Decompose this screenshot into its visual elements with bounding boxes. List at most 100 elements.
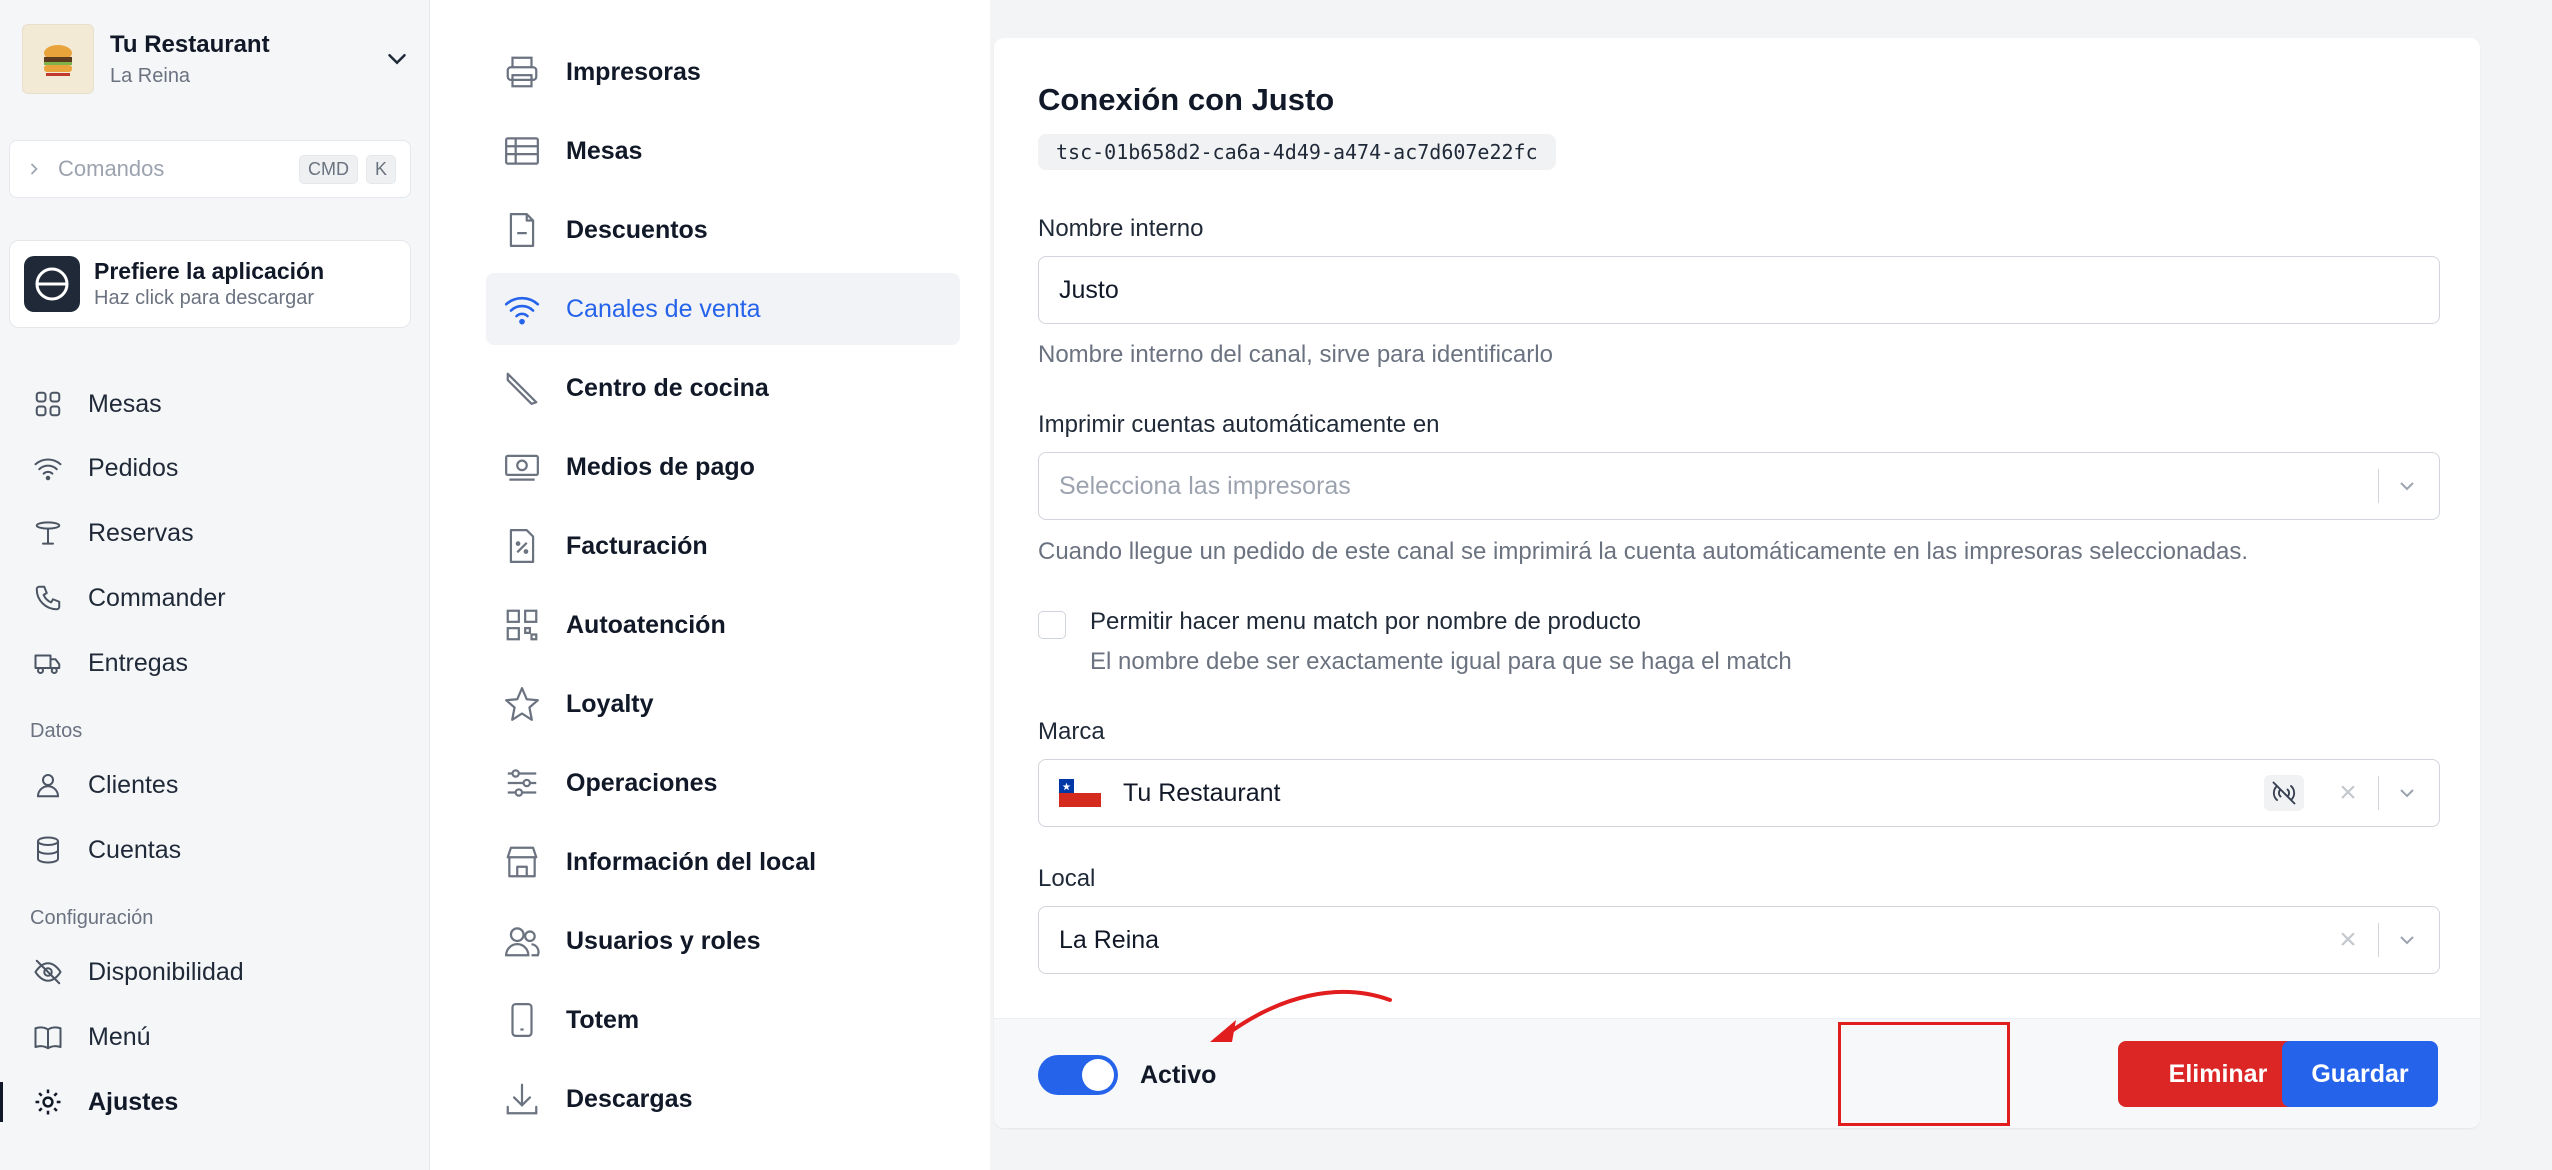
settings-item-label: Canales de venta: [566, 294, 761, 323]
internal-name-help: Nombre interno del canal, sirve para ide…: [1038, 341, 1553, 368]
section-heading-datos: Datos: [30, 720, 83, 742]
chevron-down-icon[interactable]: [2395, 474, 2419, 498]
chevron-down-icon[interactable]: [2395, 928, 2419, 952]
sidebar-item-mesas[interactable]: Mesas: [30, 380, 410, 428]
settings-item-label: Mesas: [566, 136, 643, 165]
restaurant-location: La Reina: [110, 64, 191, 87]
main-area: Impresoras Mesas Descuentos Canales de v…: [430, 0, 2552, 1170]
sidebar-item-menu[interactable]: Menú: [30, 1013, 410, 1061]
settings-item-medios-de-pago[interactable]: Medios de pago: [486, 431, 960, 503]
knife-icon: [500, 366, 544, 410]
menu-match-help: El nombre debe ser exactamente igual par…: [1090, 648, 1792, 675]
chevron-down-icon[interactable]: [2395, 781, 2419, 805]
command-search[interactable]: Comandos CMD K: [9, 140, 411, 198]
internal-name-input[interactable]: Justo: [1038, 256, 2440, 324]
sliders-icon: [500, 761, 544, 805]
settings-item-autoatencion[interactable]: Autoatención: [486, 589, 960, 661]
sidebar-item-label: Clientes: [88, 770, 179, 799]
sidebar-item-label: Pedidos: [88, 453, 179, 482]
sidebar-item-label: Entregas: [88, 648, 189, 677]
chevron-right-icon: [30, 163, 38, 175]
settings-item-label: Usuarios y roles: [566, 926, 761, 955]
clear-brand-icon[interactable]: ×: [2334, 776, 2362, 810]
app-promo-subtitle: Haz click para descargar: [94, 287, 315, 309]
settings-item-label: Impresoras: [566, 57, 701, 86]
menu-match-label: Permitir hacer menu match por nombre de …: [1090, 608, 1641, 635]
settings-nav: Impresoras Mesas Descuentos Canales de v…: [430, 0, 990, 1170]
app-logo-icon: [24, 256, 80, 312]
phone-icon: [30, 580, 66, 616]
sidebar-item-clientes[interactable]: Clientes: [30, 761, 410, 809]
active-label: Activo: [1140, 1061, 1217, 1089]
select-separator: [2378, 776, 2379, 810]
sidebar-item-ajustes[interactable]: Ajustes: [30, 1078, 410, 1126]
chevron-down-icon: [388, 54, 406, 65]
sidebar-item-commander[interactable]: Commander: [30, 574, 410, 622]
printers-placeholder: Selecciona las impresoras: [1059, 471, 1351, 500]
local-select[interactable]: La Reina ×: [1038, 906, 2440, 974]
clear-local-icon[interactable]: ×: [2334, 923, 2362, 957]
settings-item-centro-de-cocina[interactable]: Centro de cocina: [486, 352, 960, 424]
printers-select[interactable]: Selecciona las impresoras: [1038, 452, 2440, 520]
users-icon: [500, 919, 544, 963]
settings-item-loyalty[interactable]: Loyalty: [486, 668, 960, 740]
print-label: Imprimir cuentas automáticamente en: [1038, 411, 1440, 438]
local-value: La Reina: [1059, 925, 1160, 954]
k-key: K: [365, 154, 396, 184]
settings-item-facturacion[interactable]: Facturación: [486, 510, 960, 582]
money-icon: [500, 445, 544, 489]
settings-item-label: Autoatención: [566, 610, 726, 639]
download-icon: [500, 1077, 544, 1121]
local-label: Local: [1038, 865, 1096, 892]
annotation-arrow-icon: [1210, 989, 1392, 1042]
internal-name-label: Nombre interno: [1038, 215, 1204, 242]
sidebar-item-entregas[interactable]: Entregas: [30, 639, 410, 687]
download-app-card[interactable]: Prefiere la aplicación Haz click para de…: [9, 240, 411, 328]
gear-icon: [30, 1084, 66, 1120]
sidebar-item-reservas[interactable]: Reservas: [30, 509, 410, 557]
sidebar-item-cuentas[interactable]: Cuentas: [30, 826, 410, 874]
tablet-icon: [500, 998, 544, 1042]
menu-match-checkbox[interactable]: [1038, 611, 1066, 639]
settings-item-label: Descuentos: [566, 215, 708, 244]
app-sidebar: Tu Restaurant La Reina Comandos CMD K Pr…: [0, 0, 430, 1170]
settings-item-label: Operaciones: [566, 768, 718, 797]
sidebar-item-label: Cuentas: [88, 835, 182, 864]
save-button-highlight: [1838, 1022, 2010, 1126]
settings-item-canales-de-venta[interactable]: Canales de venta: [486, 273, 960, 345]
form-title: Conexión con Justo: [1038, 82, 1335, 117]
print-help: Cuando llegue un pedido de este canal se…: [1038, 538, 2249, 565]
reservation-icon: [30, 515, 66, 551]
active-toggle[interactable]: [1038, 1055, 1118, 1095]
settings-item-impresoras[interactable]: Impresoras: [486, 36, 960, 108]
settings-item-label: Loyalty: [566, 689, 654, 718]
settings-item-descargas[interactable]: Descargas: [486, 1063, 960, 1135]
app-promo-title: Prefiere la aplicación: [94, 258, 325, 284]
settings-item-totem[interactable]: Totem: [486, 984, 960, 1056]
active-indicator: [0, 1082, 3, 1122]
sidebar-item-disponibilidad[interactable]: Disponibilidad: [30, 948, 410, 996]
settings-item-operaciones[interactable]: Operaciones: [486, 747, 960, 819]
chile-flag-icon: [1059, 779, 1101, 807]
sidebar-item-label: Disponibilidad: [88, 957, 244, 986]
book-icon: [30, 1019, 66, 1055]
command-placeholder: Comandos: [58, 156, 165, 181]
grid-icon: [30, 386, 66, 422]
cmd-key: CMD: [298, 154, 358, 184]
channel-id: tsc-01b658d2-ca6a-4d49-a474-ac7d607e22fc: [1038, 134, 1556, 170]
restaurant-switcher[interactable]: Tu Restaurant La Reina: [22, 24, 412, 94]
sidebar-item-pedidos[interactable]: Pedidos: [30, 444, 410, 492]
channel-form-card: Conexión con Justo tsc-01b658d2-ca6a-4d4…: [994, 38, 2480, 1128]
settings-item-mesas[interactable]: Mesas: [486, 115, 960, 187]
restaurant-logo: [22, 24, 94, 94]
table-icon: [500, 129, 544, 173]
sidebar-item-label: Reservas: [88, 518, 194, 547]
settings-item-informacion-del-local[interactable]: Información del local: [486, 826, 960, 898]
settings-item-usuarios-y-roles[interactable]: Usuarios y roles: [486, 905, 960, 977]
sidebar-item-label: Commander: [88, 583, 226, 612]
settings-item-descuentos[interactable]: Descuentos: [486, 194, 960, 266]
restaurant-name: Tu Restaurant: [110, 30, 270, 58]
save-button[interactable]: Guardar: [2282, 1041, 2438, 1107]
settings-item-label: Centro de cocina: [566, 373, 769, 402]
brand-select[interactable]: Tu Restaurant ×: [1038, 759, 2440, 827]
